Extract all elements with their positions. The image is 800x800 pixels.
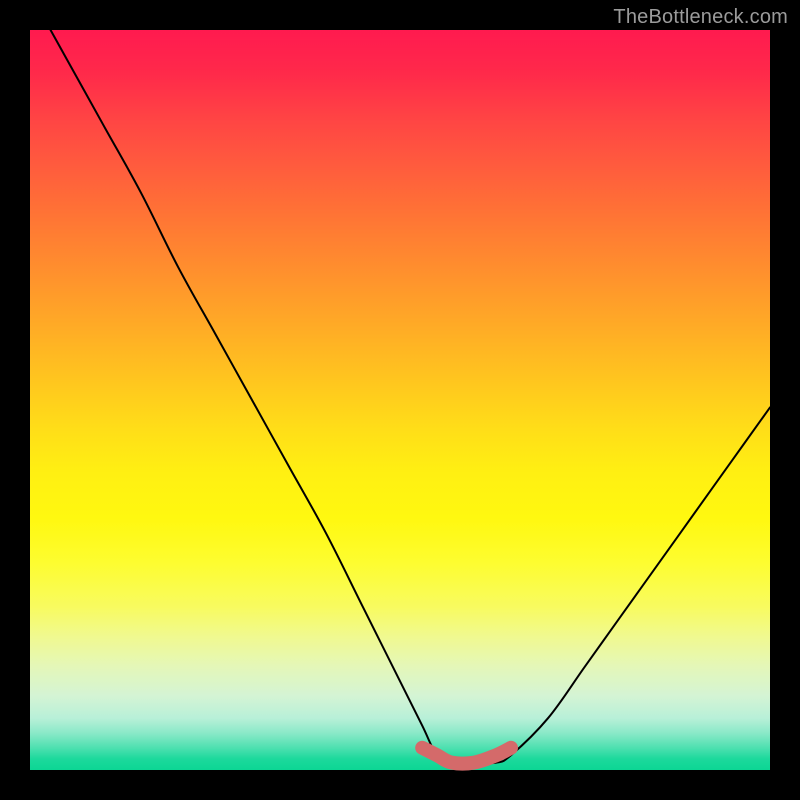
bottleneck-curve-path [30,0,770,763]
optimal-band-path [422,748,511,764]
attribution-text: TheBottleneck.com [613,6,788,29]
bottleneck-plot [30,30,770,770]
bottleneck-curve-svg [30,30,770,770]
